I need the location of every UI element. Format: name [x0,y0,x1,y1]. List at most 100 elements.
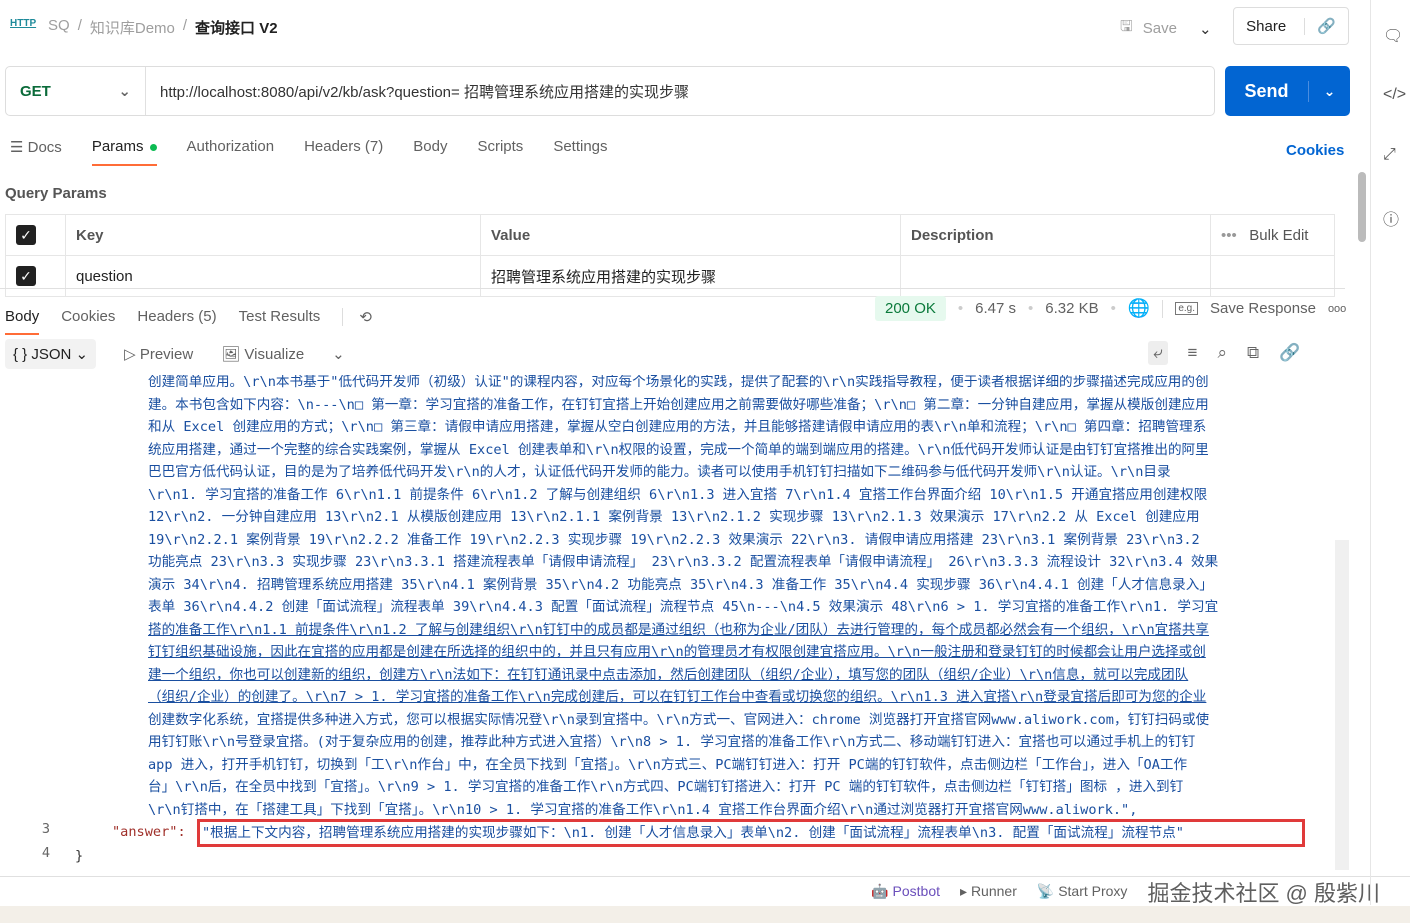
wrap-lines-icon[interactable]: ⤶ [1148,341,1168,365]
http-icon: HTTP [10,18,37,29]
postbot-button[interactable]: 🤖 Postbot [871,883,940,900]
select-all-checkbox[interactable]: ✓ [16,225,36,245]
history-icon[interactable]: ⟲ [342,307,372,326]
response-line: \r\n1. 学习宜搭的准备工作 6\r\n1.1 前提条件 6\r\n1.2 … [148,486,1208,503]
row-checkbox[interactable]: ✓ [16,266,36,286]
link-icon[interactable]: 🔗 [1305,17,1336,35]
format-select[interactable]: { } JSON ⌄ [5,339,97,369]
line-number: 4 [41,845,50,861]
share-label: Share [1246,17,1306,35]
tab-test-results[interactable]: Test Results [239,308,321,325]
url-bar: GET ⌄ http://localhost:8080/api/v2/kb/ask… [5,66,1215,116]
chevron-down-icon: ⌄ [118,83,131,100]
method-label: GET [20,82,51,100]
response-line: 创建数字化系统，宜搭提供多种进入方式，您可以根据实际情况登\r\n录到宜搭中。\… [148,711,1210,728]
tab-response-headers[interactable]: Headers (5) [137,308,216,325]
comments-icon[interactable]: 🗨 [1383,26,1403,46]
visualize-button[interactable]: 🖼 Visualize [221,345,304,363]
response-line: 搭的准备工作\r\n1.1 前提条件\r\n1.2 了解与创建组织\r\n钉钉中… [148,621,1210,638]
response-line: 统应用搭建，通过一个完整的综合实践案例，掌握从 Excel 创建表单和\r\n权… [148,441,1209,458]
status-bar: 🤖 Postbot ▸ Runner 📡 Start Proxy 掘金技术社区 … [0,876,1410,906]
response-tabs: Body Cookies Headers (5) Test Results ⟲ [5,298,372,335]
code-icon[interactable]: </> [1383,86,1406,104]
response-line: 功能亮点 23\r\n3.3 实现步骤 23\r\n3.3.1 搭建流程表单「请… [148,554,1219,570]
response-line: 用钉钉账\r\n号登录宜搭。(对于复杂应用的创建，推荐此种方式进入宜搭）\r\n… [148,734,1196,750]
status-badge: 200 OK [875,296,946,321]
breadcrumb-sep: / [182,17,188,34]
tab-docs[interactable]: ☰ Docs [10,138,62,166]
share-button[interactable]: Share 🔗 [1233,7,1349,45]
save-icon: 🖫 [1120,18,1133,35]
response-size: 6.32 KB [1045,300,1099,317]
response-line: \r\n钉搭中，在「搭建工具」下找到「宜搭」。\r\n10 > 1. 学习宜搭的… [148,801,1138,818]
param-description[interactable] [900,255,1211,297]
runner-button[interactable]: ▸ Runner [960,883,1017,900]
tab-response-cookies[interactable]: Cookies [61,308,115,325]
send-button[interactable]: Send ⌄ [1225,66,1350,116]
closing-brace: } [75,848,84,864]
more-icon[interactable]: ••• [1221,227,1237,244]
cookies-link[interactable]: Cookies [1286,142,1344,159]
breadcrumb: SQ / 知识库Demo / 查询接口 V2 [48,17,278,38]
copy-icon[interactable]: ⧉ [1247,343,1259,363]
chevron-down-icon[interactable]: ⌄ [1309,83,1350,100]
table-row: ✓ question 招聘管理系统应用搭建的实现步骤 [5,255,1335,297]
top-bar: HTTP SQ / 知识库Demo / 查询接口 V2 🖫 Save ⌄ Sha… [0,0,1370,55]
tab-scripts[interactable]: Scripts [477,138,523,166]
bulk-edit-button[interactable]: Bulk Edit [1249,227,1308,244]
watermark: 掘金技术社区 @ 殷紫川 [1147,880,1380,906]
save-dropdown[interactable]: ⌄ [1199,20,1212,38]
tab-response-body[interactable]: Body [5,298,40,335]
param-value[interactable]: 招聘管理系统应用搭建的实现步骤 [480,255,901,297]
response-line: 巴巴官方低代码认证，目的是为了培养低代码开发\r\n的人才，认证低代码开发师的能… [148,464,1171,480]
response-scrollbar[interactable] [1335,540,1349,870]
tab-authorization[interactable]: Authorization [187,138,275,166]
link-icon[interactable]: 🔗 [1279,343,1300,363]
response-time: 6.47 s [975,300,1017,317]
params-table: ✓ Key Value Description ••• Bulk Edit ✓ … [5,214,1335,297]
col-value: Value [480,214,901,256]
breadcrumb-workspace[interactable]: SQ [48,17,70,38]
breadcrumb-collection[interactable]: 知识库Demo [90,17,175,38]
save-response-button[interactable]: Save Response [1210,300,1316,317]
tab-headers[interactable]: Headers (7) [304,138,383,166]
filter-icon[interactable]: ≡ [1188,343,1198,363]
taskbar [0,906,1410,923]
start-proxy-button[interactable]: 📡 Start Proxy [1037,883,1128,900]
globe-icon[interactable]: 🌐 [1128,298,1150,319]
col-key: Key [65,214,481,256]
response-line: 建一个组织，你也可以创建新的组织，创建方\r\n法如下：在钉钉通讯录中点击添加，… [148,666,1189,683]
tab-settings[interactable]: Settings [553,138,607,166]
send-label: Send [1225,80,1309,102]
query-params-title: Query Params [5,185,107,202]
breadcrumb-sep: / [77,17,82,34]
info-icon[interactable]: ⓘ [1383,206,1399,230]
param-key[interactable]: question [65,255,481,297]
right-sidebar: 🗨 </> ⤢ ⓘ [1370,0,1410,905]
answer-value: "根据上下文内容，招聘管理系统应用搭建的实现步骤如下：\n1. 创建「人才信息录… [197,819,1305,847]
response-body[interactable]: 创建简单应用。\r\n本书基于"低代码开发师（初级）认证"的课程内容，对应每个场… [0,375,1350,870]
search-icon[interactable]: ⌕ [1217,343,1227,363]
response-line: 台」\r\n后，在全员中找到「宜搭」。\r\n9 > 1. 学习宜搭的准备工作\… [148,779,1184,795]
response-line: app 进入，打开手机钉钉，切换到「工\r\n作台」中，在全员下找到「宜搭」。\… [148,756,1188,773]
preview-button[interactable]: ▷ Preview [124,345,193,363]
response-line: 和从 Excel 创建应用的方式；\r\n□ 第三章：请假申请应用搭建，掌握从空… [148,419,1207,435]
table-header-row: ✓ Key Value Description ••• Bulk Edit [5,214,1335,256]
expand-icon[interactable]: ⤢ [1383,146,1396,164]
col-description: Description [900,214,1211,256]
save-button[interactable]: Save [1143,20,1177,37]
url-input[interactable]: http://localhost:8080/api/v2/kb/ask?ques… [146,81,689,102]
request-name[interactable]: 查询接口 V2 [195,17,278,38]
save-response-icon: e.g. [1175,302,1199,315]
chevron-down-icon[interactable]: ⌄ [332,345,345,363]
response-line: 建。本书包含如下内容：\n---\n□ 第一章：学习宜搭的准备工作，在钉钉宜搭上… [148,396,1209,413]
request-tabs: ☰ Docs Params Authorization Headers (7) … [10,138,608,166]
more-icon[interactable]: ooo [1328,303,1346,315]
scrollbar[interactable] [1358,172,1366,242]
response-line: 12\r\n2. 一分钟自建应用 13\r\n2.1 从模版创建应用 13\r\… [148,509,1200,525]
response-line: 表单 36\r\n4.4.2 创建「面试流程」流程表单 39\r\n4.4.3 … [148,599,1219,615]
method-select[interactable]: GET ⌄ [6,67,146,115]
response-line: （组织/企业）的创建了。\r\n7 > 1. 学习宜搭的准备工作\r\n完成创建… [148,689,1207,705]
tab-params[interactable]: Params [91,138,157,166]
tab-body[interactable]: Body [413,138,447,166]
